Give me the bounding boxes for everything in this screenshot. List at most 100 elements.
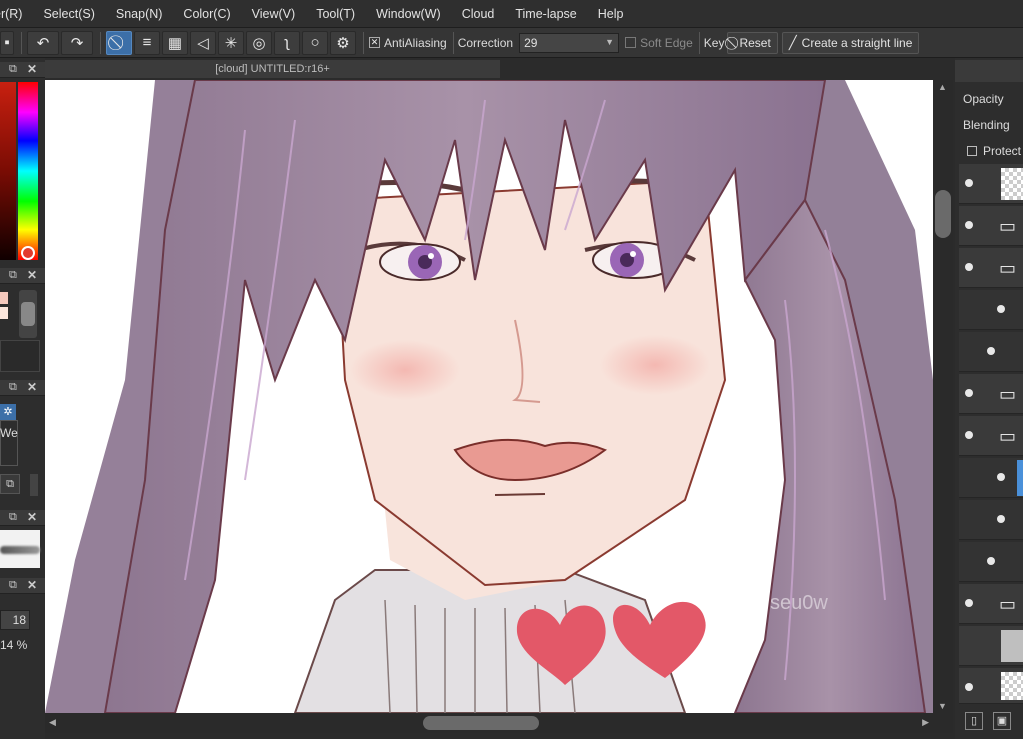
new-raster-icon[interactable]: ▣ (993, 712, 1011, 730)
layer-item[interactable] (959, 500, 1023, 540)
scroll-down-icon[interactable]: ▼ (938, 701, 947, 711)
eye-icon[interactable] (987, 347, 995, 355)
snap-settings-icon[interactable]: ⚙ (330, 30, 356, 55)
size-panel-header: ⧉ ✕ (0, 578, 45, 594)
new-layer-icon[interactable]: ▯ (965, 712, 983, 730)
color-swatch[interactable] (0, 292, 8, 304)
swatch-scrollbar[interactable] (19, 290, 37, 338)
layer-folder[interactable]: ▭ (959, 416, 1023, 456)
create-straight-line-button[interactable]: ╱ Create a straight line (781, 31, 920, 54)
brush-size-field[interactable]: 18 (0, 610, 30, 630)
layer-item[interactable] (959, 668, 1023, 704)
snap-vanishing-icon[interactable]: ◁ (190, 30, 216, 55)
layer-item[interactable] (959, 626, 1023, 666)
menu-snap[interactable]: Snap(N) (116, 7, 163, 21)
layer-item[interactable] (959, 290, 1023, 330)
copy-icon[interactable]: ⧉ (0, 474, 20, 494)
antialiasing-checkbox[interactable]: ✕ (369, 37, 380, 48)
layer-item[interactable] (959, 332, 1023, 372)
scroll-left-icon[interactable]: ◀ (49, 717, 56, 728)
layer-item[interactable] (959, 542, 1023, 582)
brush-scroll[interactable] (30, 474, 38, 496)
snap-radial-icon[interactable]: ✳ (218, 30, 244, 55)
document-tab[interactable]: [cloud] UNTITLED:r16+ (45, 60, 500, 78)
menu-layer[interactable]: er(R) (0, 7, 22, 21)
eye-icon[interactable] (965, 431, 973, 439)
swatch-area (0, 340, 40, 372)
drawing-canvas[interactable]: seu0w (45, 80, 933, 713)
undo-button[interactable]: ↶ (27, 30, 59, 55)
correction-label: Correction (457, 35, 514, 50)
color-saturation-area[interactable] (0, 82, 16, 260)
menu-window[interactable]: Window(W) (376, 7, 441, 21)
undock-icon[interactable]: ⧉ (9, 269, 17, 282)
correction-select[interactable]: 29 ▼ (519, 32, 620, 53)
hue-slider-knob[interactable] (21, 246, 35, 260)
menu-help[interactable]: Help (598, 7, 624, 21)
redo-button[interactable]: ↷ (61, 30, 93, 55)
layer-folder[interactable]: ▭ (959, 584, 1023, 624)
vertical-scroll-thumb[interactable] (935, 190, 951, 238)
layer-item-selected[interactable] (959, 458, 1023, 498)
close-icon[interactable]: ✕ (27, 268, 37, 282)
undock-icon[interactable]: ⧉ (9, 579, 17, 592)
brush-wet-label: We (0, 426, 18, 440)
scroll-thumb[interactable] (21, 302, 35, 326)
snap-curve-icon[interactable]: ʅ (274, 30, 300, 55)
layer-folder[interactable]: ▭ (959, 206, 1023, 246)
eye-icon[interactable] (965, 221, 973, 229)
layer-folder[interactable]: ▭ (959, 374, 1023, 414)
eye-icon[interactable] (965, 389, 973, 397)
toolbar-separator (363, 31, 364, 54)
straight-line-label: Create a straight line (801, 35, 913, 50)
eye-icon[interactable] (965, 179, 973, 187)
reset-button[interactable]: ⃠ Reset (727, 31, 778, 54)
snap-grid-icon[interactable]: ▦ (162, 30, 188, 55)
toolbar-separator (21, 31, 22, 54)
menu-view[interactable]: View(V) (252, 7, 296, 21)
eye-icon[interactable] (965, 599, 973, 607)
snap-concentric-icon[interactable]: ◎ (246, 30, 272, 55)
gear-icon[interactable]: ✲ (0, 404, 16, 420)
eye-icon[interactable] (997, 515, 1005, 523)
horizontal-scroll-thumb[interactable] (423, 716, 539, 730)
color-swatch[interactable] (0, 307, 8, 319)
eye-icon[interactable] (965, 683, 973, 691)
horizontal-scrollbar[interactable]: ◀ ▶ (45, 713, 953, 733)
undock-icon[interactable]: ⧉ (9, 511, 17, 524)
menu-bar: er(R) Select(S) Snap(N) Color(C) View(V)… (0, 0, 1023, 28)
eye-icon[interactable] (965, 263, 973, 271)
hue-slider[interactable] (18, 82, 38, 260)
vertical-scrollbar[interactable]: ▲ ▼ (933, 80, 953, 713)
close-icon[interactable]: ✕ (27, 510, 37, 524)
reset-label: Reset (739, 35, 771, 50)
pencil-icon: ╱ (788, 34, 797, 50)
scroll-up-icon[interactable]: ▲ (938, 82, 947, 92)
menu-select[interactable]: Select(S) (43, 7, 94, 21)
menu-time-lapse[interactable]: Time-lapse (515, 7, 576, 21)
close-icon[interactable]: ✕ (27, 578, 37, 592)
soft-edge-checkbox[interactable] (625, 37, 637, 48)
layer-folder[interactable]: ▭ (959, 248, 1023, 288)
menu-cloud[interactable]: Cloud (462, 7, 495, 21)
menu-tool[interactable]: Tool(T) (316, 7, 355, 21)
protect-checkbox[interactable] (967, 146, 977, 156)
menu-color[interactable]: Color(C) (183, 7, 230, 21)
snap-parallel-icon[interactable]: ≡ (134, 30, 160, 55)
left-panel: ⧉ ✕ ⧉ ✕ ⧉ ✕ ✲ We ⧉ ⧉ ✕ ⧉ ✕ 18 14 % (0, 58, 45, 739)
close-icon[interactable]: ✕ (27, 62, 37, 76)
close-icon[interactable]: ✕ (27, 380, 37, 394)
eye-icon[interactable] (997, 473, 1005, 481)
undock-icon[interactable]: ⧉ (9, 381, 17, 394)
toolbar-separator (698, 31, 700, 54)
layer-panel-footer: ▯ ▣ (955, 708, 1023, 734)
scroll-right-icon[interactable]: ▶ (922, 717, 929, 728)
undock-icon[interactable]: ⧉ (9, 63, 17, 76)
toolbar: ▪ ↶ ↷ ⃠ ≡ ▦ ◁ ✳ ◎ ʅ ○ ⚙ ✕ AntiAliasing C… (0, 28, 1023, 58)
eye-icon[interactable] (997, 305, 1005, 313)
eye-icon[interactable] (987, 557, 995, 565)
layer-item[interactable] (959, 164, 1023, 204)
paste-icon[interactable]: ▪ (0, 30, 14, 55)
snap-circle-icon[interactable]: ○ (302, 30, 328, 55)
snap-off-icon[interactable]: ⃠ (106, 30, 132, 55)
